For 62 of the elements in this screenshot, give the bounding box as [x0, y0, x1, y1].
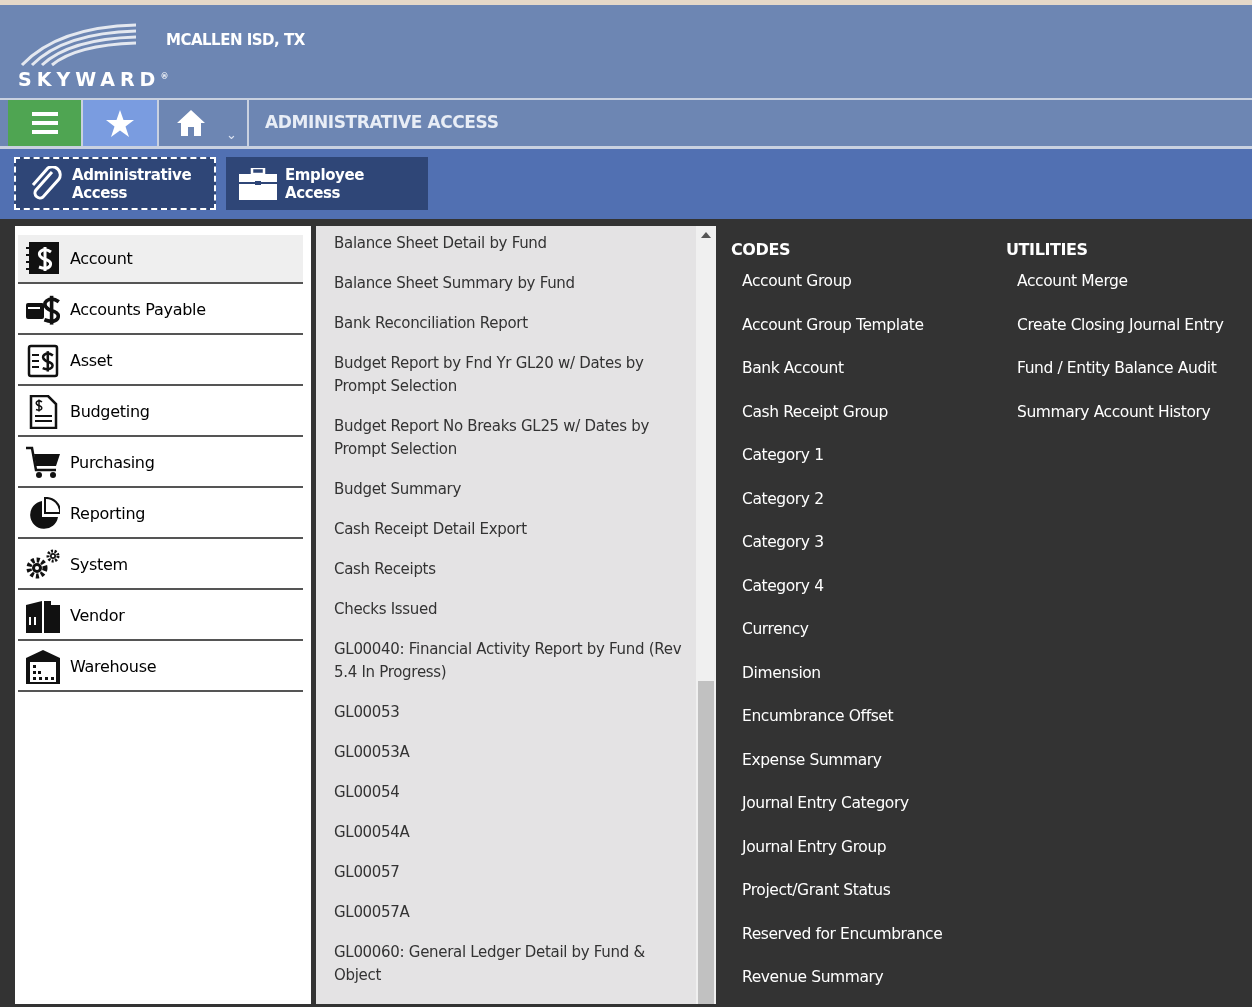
ledger-icon — [26, 343, 60, 378]
menu-link[interactable]: Create Closing Journal Entry — [1006, 313, 1224, 337]
section-heading: UTILITIES — [1006, 239, 1089, 261]
report-link[interactable]: Budget Report by Fnd Yr GL20 w/ Dates by Prompt Selection — [334, 352, 696, 398]
report-link[interactable]: GL00054 — [334, 781, 696, 804]
menu-link[interactable]: Reserved for Encumbrance — [731, 922, 1006, 946]
report-link[interactable]: GL00053 — [334, 701, 696, 724]
report-link[interactable]: GL00054A — [334, 821, 696, 844]
menu-button[interactable] — [8, 100, 81, 146]
menu-link[interactable]: Journal Entry Category — [731, 792, 1006, 815]
menu-link[interactable]: Expense Summary — [731, 748, 1006, 772]
warehouse-icon — [26, 649, 60, 684]
district-name: MCALLEN ISD, TX — [166, 30, 305, 51]
report-link[interactable]: Balance Sheet Detail by Fund — [334, 232, 696, 255]
cart-icon — [26, 445, 60, 480]
menu-link[interactable]: Encumbrance Offset — [731, 705, 1006, 728]
menu-link[interactable]: Currency — [731, 618, 1006, 641]
sidebar-item[interactable]: Account — [18, 235, 303, 284]
swoosh-icon — [18, 21, 138, 67]
report-link[interactable]: GL00057A — [334, 901, 696, 924]
access-tab[interactable]: Administrative Access — [14, 157, 216, 210]
dropdown-caret: ⌄ — [226, 125, 237, 144]
report-link[interactable]: Checks Issued — [334, 598, 696, 621]
report-link[interactable]: GL00060: General Ledger Detail by Fund & Object — [334, 941, 696, 987]
report-link[interactable]: Cash Receipt Detail Export — [334, 518, 696, 541]
briefcase-icon — [239, 167, 277, 200]
access-tab[interactable]: Employee Access — [226, 157, 428, 210]
report-link[interactable]: GL00040: Financial Activity Report by Fund (Rev 5.4 In Progress) — [334, 638, 696, 684]
menu-link[interactable]: Cash Receipt Group — [731, 400, 1006, 424]
report-link[interactable]: Budget Summary — [334, 478, 696, 501]
building-icon — [26, 598, 60, 633]
menu-link[interactable]: Account Merge — [1006, 270, 1224, 293]
menu-link[interactable]: Category 3 — [731, 531, 1006, 554]
favorites-button[interactable] — [81, 100, 157, 146]
report-link[interactable]: GL00057 — [334, 861, 696, 884]
logo-text: SKYWARD$^{®}$ — [18, 67, 170, 92]
menu-link[interactable]: Category 1 — [731, 444, 1006, 467]
menu-icon — [31, 112, 58, 134]
account-icon — [26, 241, 60, 276]
menu-link[interactable]: Journal Entry Group — [731, 835, 1006, 859]
report-link[interactable]: Balance Sheet Summary by Fund — [334, 272, 696, 295]
menu-link[interactable]: Account Group — [731, 270, 1006, 293]
menu-link[interactable]: Account Group Template — [731, 313, 1006, 337]
menu-link[interactable]: Project/Grant Status — [731, 879, 1006, 902]
report-link[interactable]: Cash Receipts — [334, 558, 696, 581]
menu-link[interactable]: Bank Account — [731, 357, 1006, 380]
menu-link[interactable]: Summary Account History — [1006, 400, 1224, 424]
report-link[interactable]: Bank Reconciliation Report — [334, 312, 696, 335]
menu-link[interactable]: Dimension — [731, 661, 1006, 685]
menu-link[interactable]: Revenue Summary — [731, 966, 1006, 989]
page-title: ADMINISTRATIVE ACCESS — [265, 111, 499, 135]
menu-link[interactable]: Category 4 — [731, 574, 1006, 598]
menu-link[interactable]: Fund / Entity Balance Audit — [1006, 357, 1224, 380]
report-link[interactable]: GL00053A — [334, 741, 696, 764]
report-link[interactable]: Budget Report No Breaks GL25 w/ Dates by Prompt Selection — [334, 415, 696, 461]
star-icon — [106, 109, 134, 137]
menu-link[interactable]: Category 2 — [731, 487, 1006, 511]
scrollbar-thumb[interactable] — [698, 681, 714, 1004]
section-heading: CODES — [731, 239, 792, 261]
scroll-up-icon — [701, 232, 711, 238]
scrollbar[interactable] — [696, 226, 716, 1004]
home-icon — [177, 110, 205, 136]
